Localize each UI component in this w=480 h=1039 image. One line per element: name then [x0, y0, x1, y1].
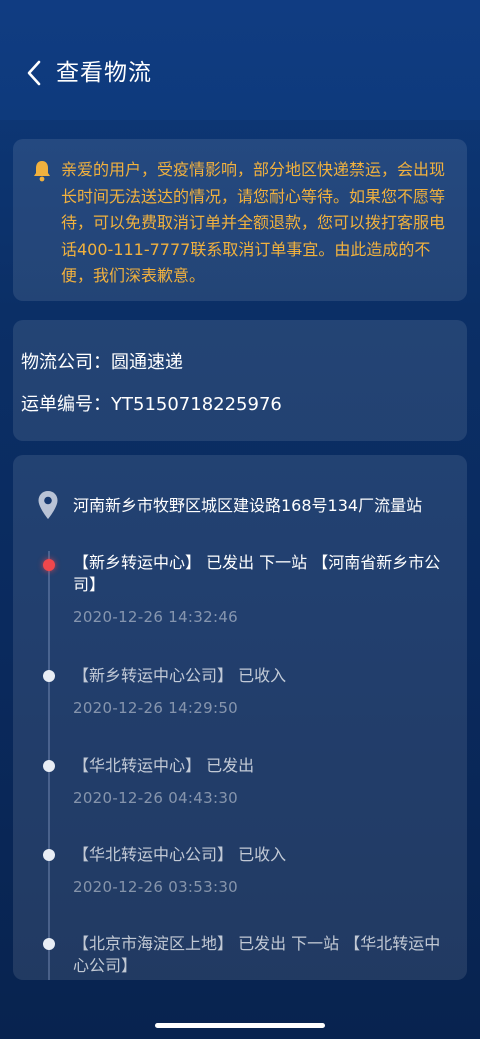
timeline-dot [43, 849, 55, 861]
event-text: 【北京市海淀区上地】 已发出 下一站 【华北转运中心公司】 [73, 934, 441, 975]
event-text: 【新乡转运中心】 已发出 下一站 【河南省新乡市公司】 [73, 553, 441, 594]
timeline-dot [43, 670, 55, 682]
bell-icon [34, 161, 50, 182]
timeline-dot-active [43, 559, 55, 571]
event-time: 2020-12-26 04:43:30 [73, 789, 239, 807]
tracking-timeline-card: 河南新乡市牧野区城区建设路168号134厂流量站 【新乡转运中心】 已发出 下一… [13, 455, 467, 980]
event-time: 2020-12-26 14:32:46 [73, 608, 239, 626]
timeline-dot [43, 938, 55, 950]
page-title: 查看物流 [56, 60, 152, 86]
chevron-left-icon [27, 60, 41, 86]
event-text: 【华北转运中心】 已发出 [73, 756, 255, 775]
notice-card: 亲爱的用户，受疫情影响，部分地区快递禁运，会出现长时间无法送达的情况，请您耐心等… [13, 139, 467, 301]
home-indicator[interactable] [155, 1023, 325, 1028]
back-button[interactable] [18, 56, 50, 90]
logistics-company: 物流公司：圆通速递 [21, 352, 183, 373]
tracking-number[interactable]: 运单编号：YT5150718225976 [21, 390, 282, 416]
event-text: 【新乡转运中心公司】 已收入 [73, 666, 287, 685]
event-time: 2020-12-26 03:53:30 [73, 878, 239, 896]
delivery-address: 河南新乡市牧野区城区建设路168号134厂流量站 [73, 496, 423, 515]
shipment-info-card [13, 320, 467, 441]
notice-text: 亲爱的用户，受疫情影响，部分地区快递禁运，会出现长时间无法送达的情况，请您耐心等… [61, 160, 446, 285]
header-bar: 查看物流 [0, 0, 480, 120]
event-text: 【华北转运中心公司】 已收入 [73, 845, 287, 864]
map-pin-icon [38, 491, 58, 519]
timeline-dot [43, 760, 55, 772]
event-time: 2020-12-26 14:29:50 [73, 699, 239, 717]
